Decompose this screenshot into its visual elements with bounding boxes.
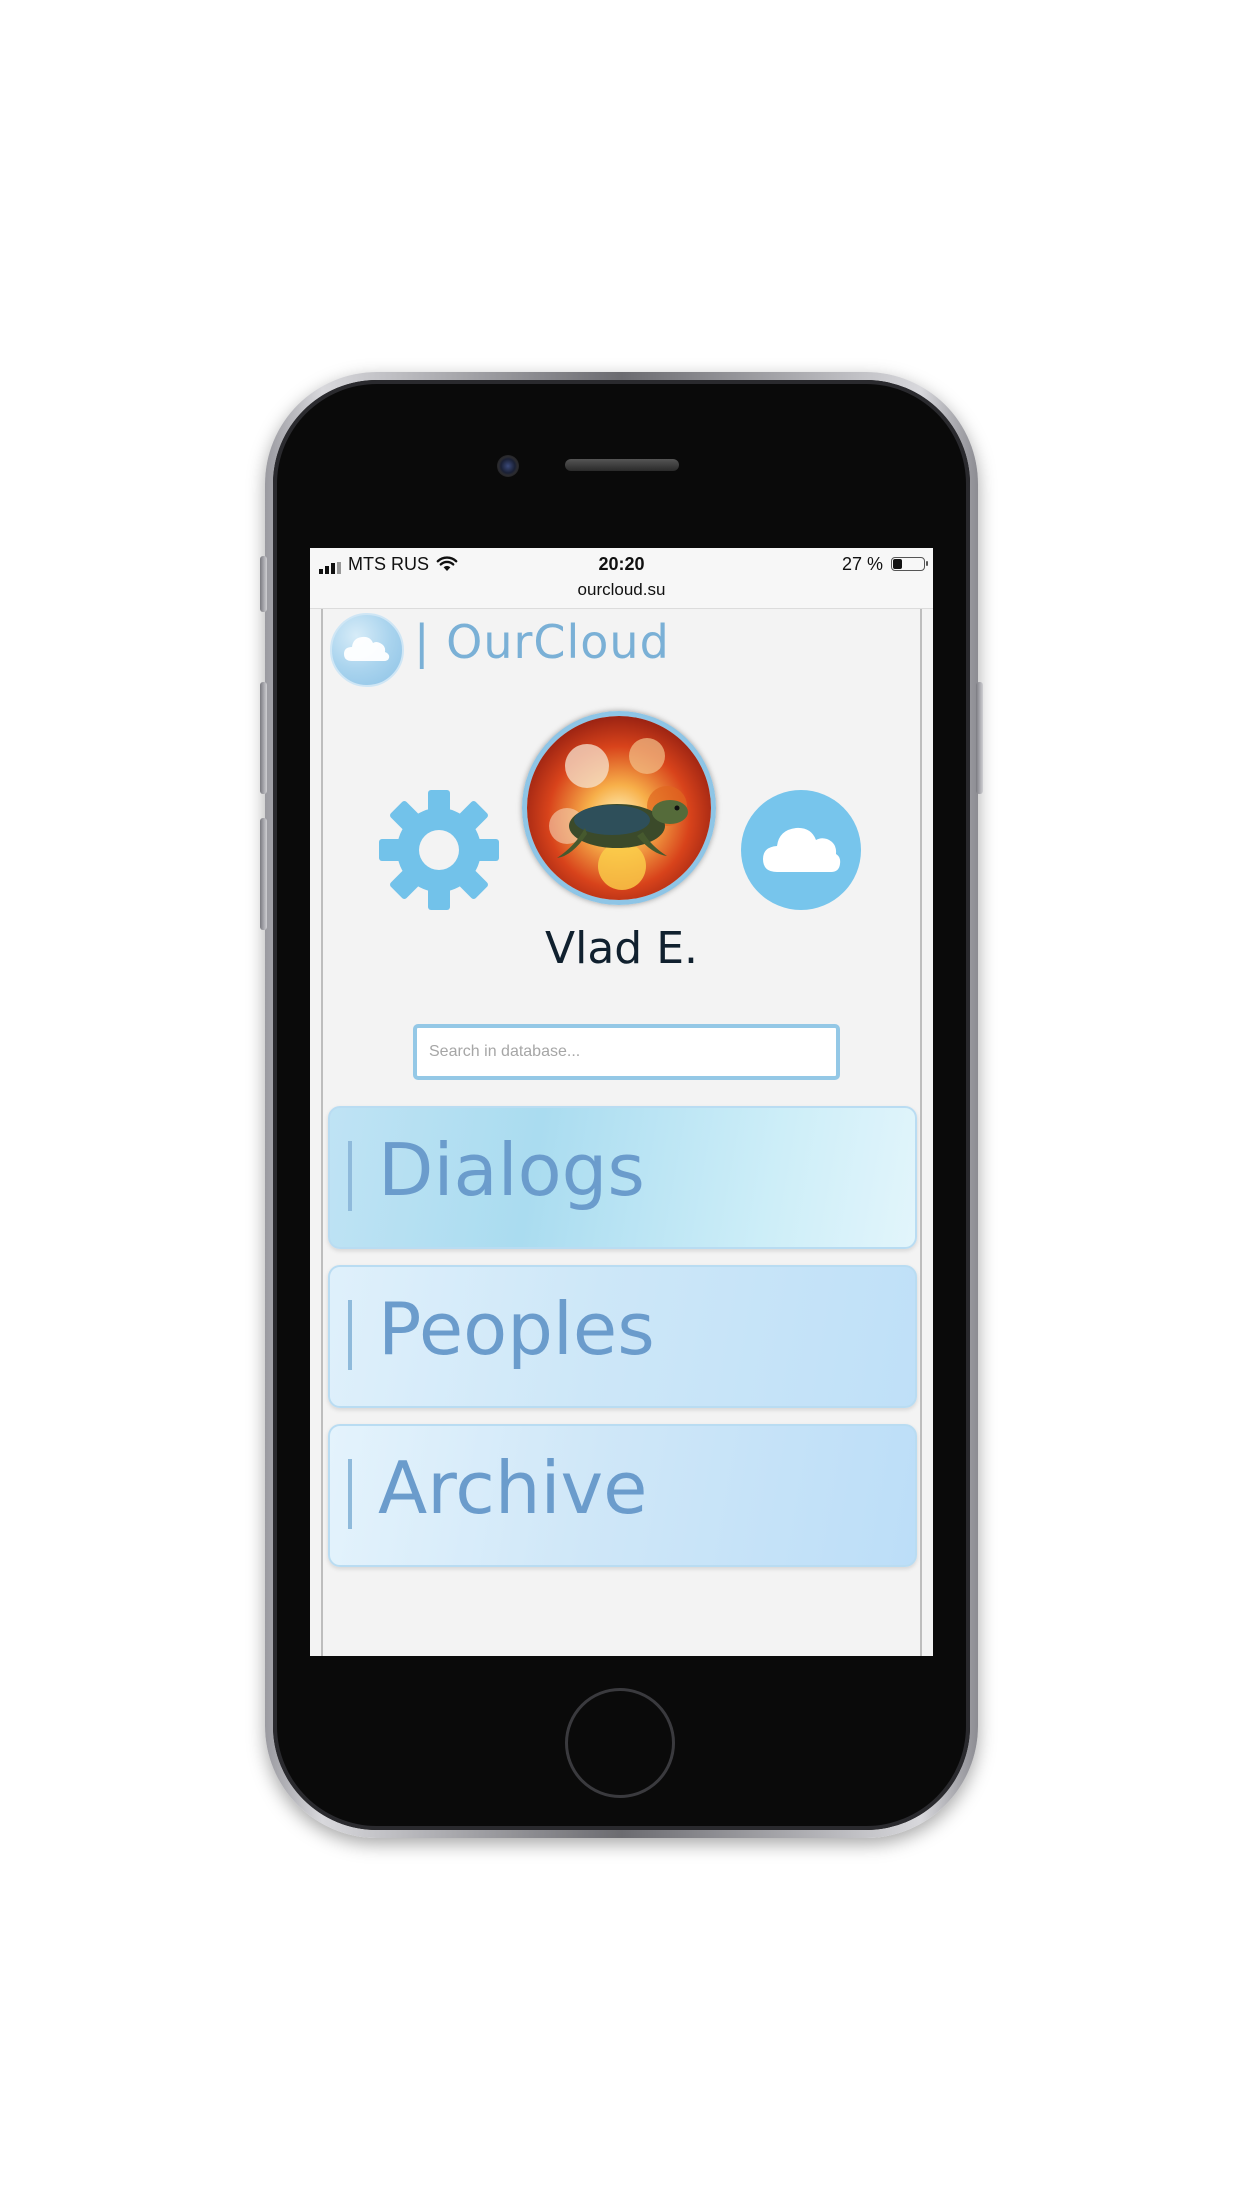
user-name: Vlad E. [545,923,698,974]
battery-level-fill [893,559,902,569]
page-content: | OurCloud Vlad E. Search in database...… [321,609,922,1656]
status-time: 20:20 [598,554,645,574]
tile-divider [348,1300,352,1370]
volume-up-button [260,682,267,794]
brand-title[interactable]: | OurCloud [414,615,670,669]
cloud-icon [763,827,841,872]
menu-tile-archive[interactable]: Archive [328,1424,917,1567]
battery-icon [891,557,928,571]
volume-down-button [260,818,267,930]
tile-divider [348,1141,352,1211]
search-input[interactable] [413,1024,840,1080]
mute-switch [260,556,267,612]
user-avatar[interactable] [522,711,716,905]
cloud-button[interactable] [741,790,861,910]
address-bar-url[interactable]: ourcloud.su [310,580,933,600]
phone-screen: MTS RUS 20:20 27 % ourcloud.su | OurClou… [310,548,933,1656]
power-button [976,682,983,794]
avatar-image [527,716,711,900]
menu-tile-label: Peoples [378,1287,655,1371]
menu-tile-peoples[interactable]: Peoples [328,1265,917,1408]
menu-tile-dialogs[interactable]: Dialogs [328,1106,917,1249]
earpiece-speaker [565,459,679,471]
menu-tile-label: Archive [378,1446,648,1530]
settings-gear-icon[interactable] [379,790,499,910]
logo-cloud-icon[interactable] [330,613,404,687]
tile-divider [348,1459,352,1529]
home-button[interactable] [565,1688,675,1798]
menu-tile-label: Dialogs [378,1128,645,1212]
battery-percentage: 27 % [841,554,883,574]
cloud-icon [344,636,390,661]
front-camera [497,455,519,477]
status-bar: MTS RUS 20:20 27 % ourcloud.su [310,548,933,609]
